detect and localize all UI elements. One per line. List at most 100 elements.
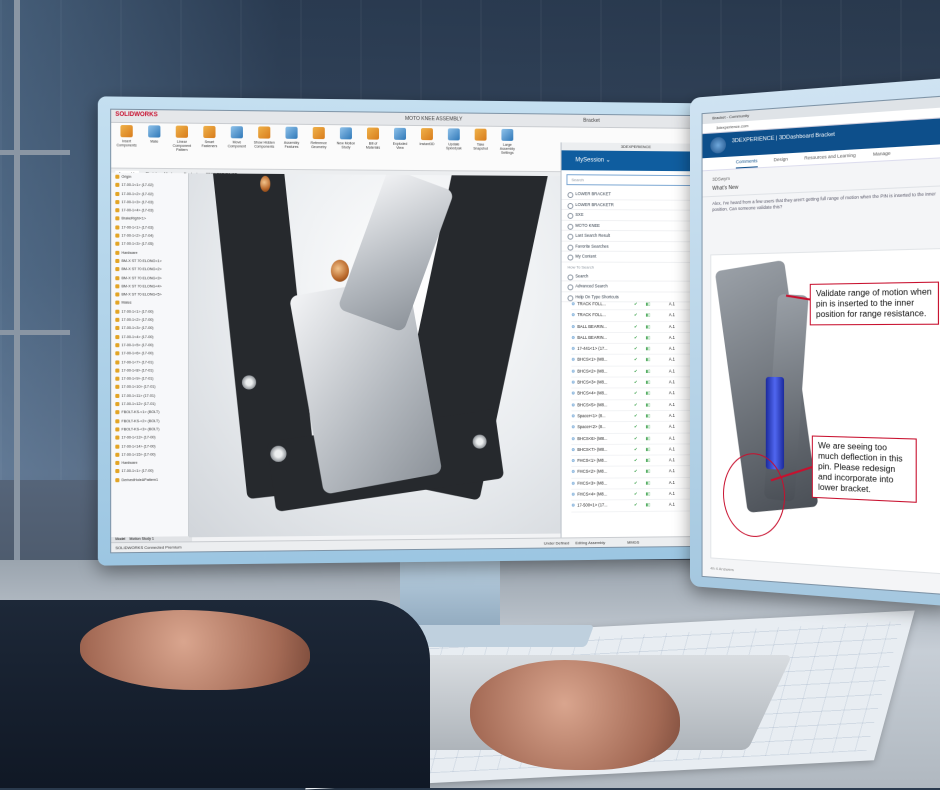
tree-item[interactable]: 17-00-1<9> (17-01) [111, 375, 188, 384]
tab-comments[interactable]: Comments [735, 155, 758, 169]
panel-search-input[interactable]: Search [566, 174, 706, 187]
tree-item[interactable]: FBOLT-KS-<1> (BOLT) [111, 408, 188, 417]
reference-geometry-icon [312, 126, 325, 140]
bom-row[interactable]: ⚙ TRACK FOLL... ✔ ▮▯ A.1 [571, 310, 706, 322]
last-search-result-item[interactable]: Last Search Result [561, 230, 710, 242]
tree-item[interactable]: 17-00-1<4> (17-00) [111, 333, 188, 341]
tree-item[interactable]: BM-X ST 70 ELONG<2> [111, 265, 188, 274]
favorite-searches-item[interactable]: Favorite Searches [561, 241, 710, 253]
ribbon-button[interactable]: Exploded View [389, 127, 411, 168]
tree-item[interactable]: 17-00-1<1> (17-00) [111, 307, 188, 315]
advanced-search-item[interactable]: Advanced Search [561, 281, 710, 293]
bom-row[interactable]: ⚙ TRACK FOLL... ✔ ▮▯ A.1 [571, 299, 706, 311]
bom-part-name: FHCS<1> (M8... [577, 457, 608, 464]
exploded-view-icon [394, 127, 407, 140]
bom-revision: A.1 [668, 446, 675, 452]
maturity-icon: ▮▯ [645, 346, 651, 351]
bom-revision: A.1 [668, 323, 675, 329]
tree-item[interactable]: BM-X ST 70 ELONG<3> [111, 274, 188, 283]
ribbon-button[interactable]: Smart Fasteners [198, 125, 220, 167]
saved-check-icon: ✔ [634, 468, 638, 474]
bom-row[interactable]: ⚙ BHCS<6> (M8... ✔ ▮▯ A.1 [571, 433, 706, 445]
ribbon-button[interactable]: Reference Geometry [308, 126, 330, 167]
bom-part-name: BALL BEARIN... [577, 334, 608, 340]
tree-item[interactable]: Hardware [111, 248, 188, 257]
bom-revision: A.1 [668, 334, 675, 340]
saved-check-icon: ✔ [634, 446, 638, 452]
callout-bottom: We are seeing too much deflection in thi… [811, 435, 917, 503]
status-units[interactable]: MMGS [627, 540, 639, 545]
post-footer: 4h 4 Answers [710, 565, 734, 573]
bom-part-name: 17-500<1> (17... [577, 502, 608, 508]
recent-search-item[interactable]: MOTO KNEE [561, 220, 710, 232]
bom-row[interactable]: ⚙ 17-500<1> (17... ✔ ▮▯ A.1 [571, 499, 706, 513]
bolt-head [270, 445, 287, 462]
maturity-icon: ▮▯ [645, 301, 651, 307]
ribbon-button[interactable]: Update Speedpak [443, 128, 465, 168]
ribbon-button[interactable]: Take Snapshot [470, 128, 492, 169]
bom-row[interactable]: ⚙ BHCS<2> (M8... ✔ ▮▯ A.1 [571, 366, 706, 378]
pattern-icon [175, 125, 189, 138]
tree-item[interactable]: Mates [111, 299, 188, 308]
graphics-viewport[interactable] [189, 173, 562, 538]
tree-item[interactable]: 17-00-1<12> (17-01) [111, 400, 188, 409]
tab-manage[interactable]: Manage [873, 147, 891, 161]
tree-item[interactable]: 17-00-1<11> (17-01) [111, 391, 188, 400]
bom-row[interactable]: ⚙ Spacer<1> (8... ✔ ▮▯ A.1 [571, 410, 706, 423]
user-badge[interactable]: Bracket [583, 118, 600, 124]
maturity-icon: ▮▯ [645, 312, 651, 318]
status-under-defined: Under Defined [543, 540, 570, 546]
tree-item[interactable]: 17-00-1<7> (17-01) [111, 358, 188, 367]
bom-row[interactable]: ⚙ BHCS<7> (M8... ✔ ▮▯ A.1 [571, 444, 706, 457]
tree-item[interactable]: BM-X ST 70 ELONG<4> [111, 282, 188, 291]
tree-item[interactable]: 17-00-1<2> (17-04) [111, 232, 188, 241]
ribbon-button[interactable]: Assembly Features [280, 126, 302, 167]
ribbon-button[interactable]: Insert Components [115, 125, 138, 166]
tab-design[interactable]: Design [774, 153, 788, 166]
bom-part-name: FHCS<4> (M8... [577, 491, 608, 497]
ribbon-button[interactable]: Mate [143, 125, 166, 166]
saved-check-icon: ✔ [634, 457, 638, 463]
app-logo: SOLIDWORKS [115, 111, 158, 119]
tree-item[interactable]: 17-00-1<3> (17-00) [111, 324, 188, 332]
my-content-item[interactable]: My Content [561, 251, 710, 263]
bom-row[interactable]: ⚙ 17-441<1> (17... ✔ ▮▯ A.1 [571, 343, 706, 356]
maturity-icon: ▮▯ [645, 446, 651, 452]
tree-item[interactable]: 17-00-1<1> (17-03) [111, 223, 188, 232]
bom-row[interactable]: ⚙ BHCS<4> (M8... ✔ ▮▯ A.1 [571, 388, 706, 401]
ribbon-button[interactable]: Instant3D [416, 128, 438, 168]
bom-part-name: TRACK FOLL... [577, 312, 607, 318]
bom-row[interactable]: ⚙ FHCS<1> (M8... ✔ ▮▯ A.1 [571, 455, 706, 468]
ribbon-button[interactable]: Bill of Materials [362, 127, 384, 167]
tree-item[interactable]: BM-X ST 70 ELONG<1> [111, 257, 188, 266]
bom-row[interactable]: ⚙ BHCS<5> (M8... ✔ ▮▯ A.1 [571, 399, 706, 412]
maturity-icon: ▮▯ [645, 424, 651, 430]
tree-item[interactable]: BM-X ST 70 ELONG<5> [111, 291, 188, 300]
search-item[interactable]: Search [561, 270, 710, 282]
session-selector[interactable]: MySession ⌄ [561, 150, 710, 172]
bom-row[interactable]: ⚙ BALL BEARIN... ✔ ▮▯ A.1 [571, 321, 706, 333]
tree-item[interactable]: FBOLT-KS-<2> (BOLT) [111, 417, 188, 426]
ribbon-button[interactable]: Linear Component Pattern [171, 125, 193, 167]
tree-item[interactable]: 17-00-1<10> (17-01) [111, 383, 188, 392]
ribbon-button[interactable]: Show Hidden Components [253, 126, 275, 167]
bom-row[interactable]: ⚙ Spacer<2> (8... ✔ ▮▯ A.1 [571, 421, 706, 434]
tree-item[interactable]: DerivedHoleAPattern1 [111, 475, 188, 484]
tree-item[interactable]: 17-00-1<5> (17-00) [111, 341, 188, 349]
bom-row[interactable]: ⚙ BHCS<3> (M8... ✔ ▮▯ A.1 [571, 377, 706, 389]
bom-row[interactable]: ⚙ BHCS<1> (M8... ✔ ▮▯ A.1 [571, 355, 706, 367]
ribbon-button[interactable]: Large Assembly Settings [496, 128, 518, 169]
session-label: MySession [575, 157, 605, 164]
tree-item[interactable]: 17-00-1<2> (17-00) [111, 316, 188, 324]
ribbon-button[interactable]: New Motion Study [335, 127, 357, 167]
tree-item[interactable]: 17-00-1<3> (17-05) [111, 240, 188, 249]
tree-item[interactable]: 17-00-1<6> (17-00) [111, 349, 188, 357]
shock-absorber [765, 376, 785, 470]
bom-row[interactable]: ⚙ BALL BEARIN... ✔ ▮▯ A.1 [571, 332, 706, 345]
feature-tree[interactable]: Origin 17-00-1<1> (17-02) 17-00-1<2> (17-0… [111, 172, 190, 539]
lab-pole [14, 0, 20, 600]
fastener-icon [203, 125, 216, 139]
ribbon-button[interactable]: Move Component [226, 126, 248, 167]
compass-icon[interactable] [710, 136, 726, 154]
tree-item[interactable]: 17-00-1<8> (17-01) [111, 366, 188, 375]
